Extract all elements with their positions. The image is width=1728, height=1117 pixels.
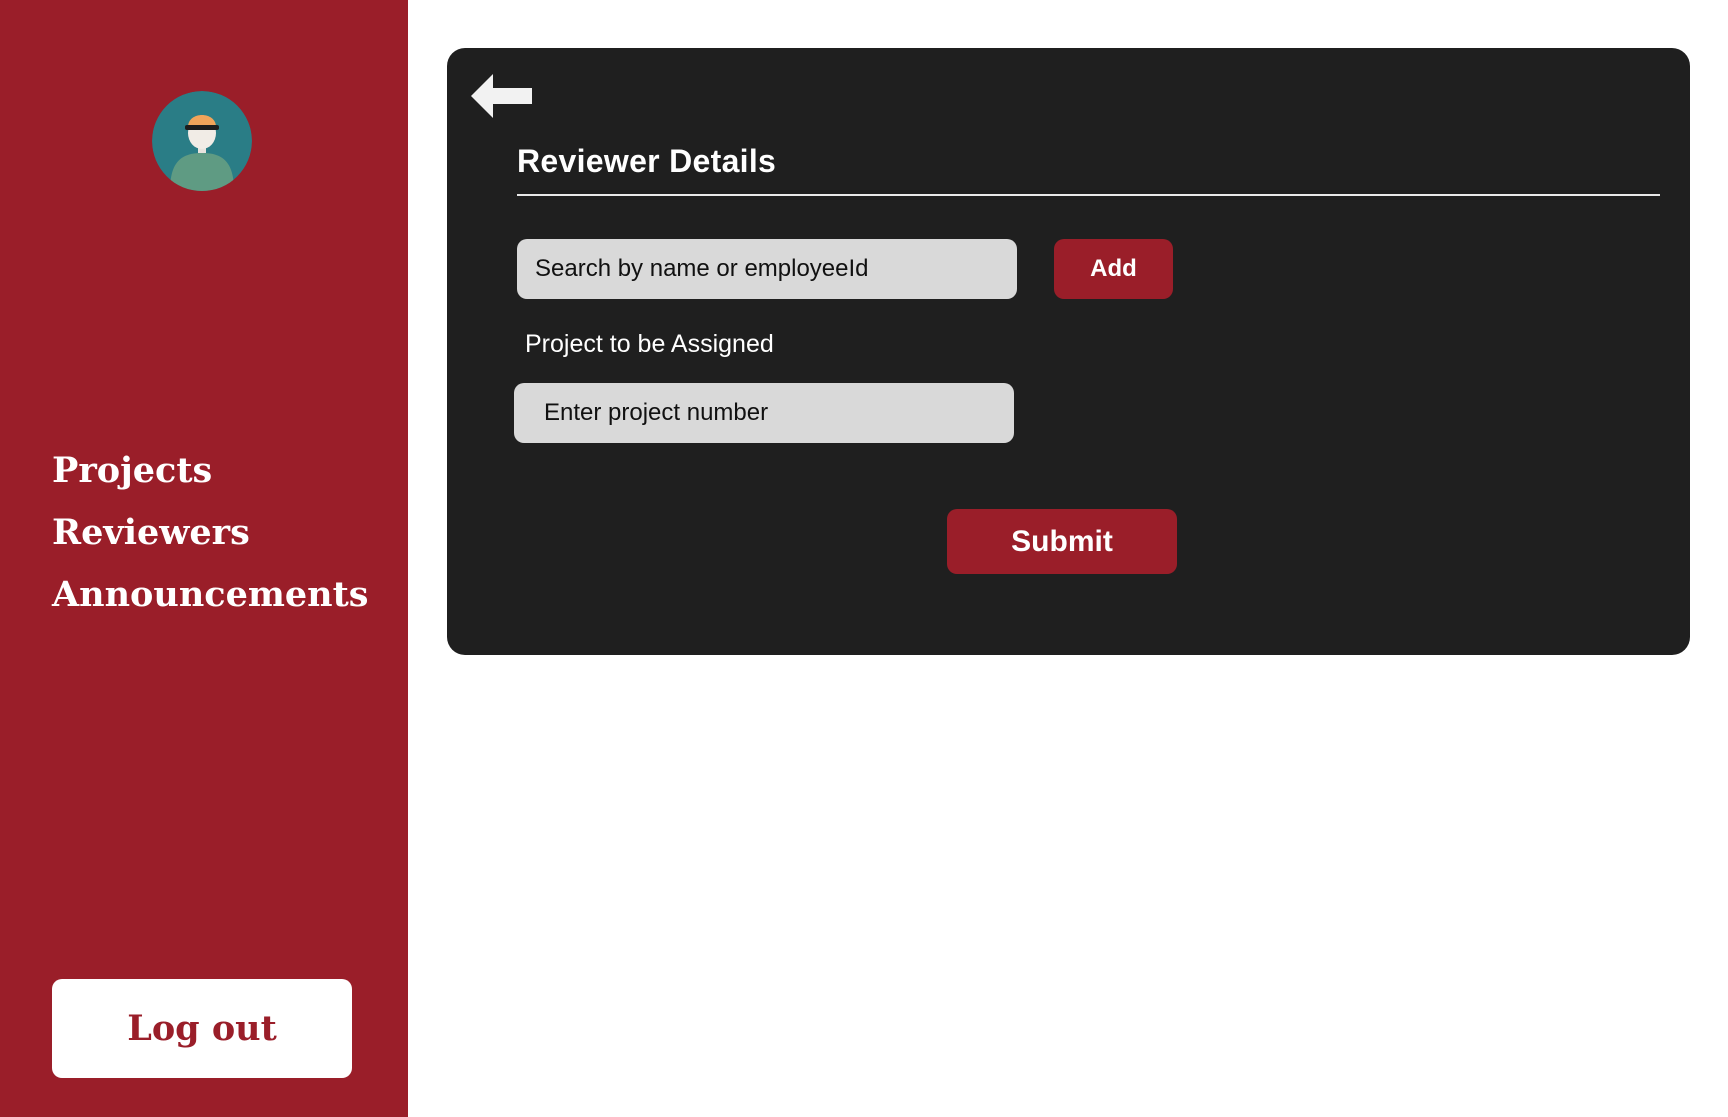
sidebar-item-reviewers[interactable]: Reviewers xyxy=(52,502,369,564)
submit-button[interactable]: Submit xyxy=(947,509,1177,574)
add-button[interactable]: Add xyxy=(1054,239,1173,299)
reviewer-details-card: Reviewer Details Add Project to be Assig… xyxy=(447,48,1690,655)
sidebar-item-announcements[interactable]: Announcements xyxy=(52,564,369,626)
arrow-left-icon[interactable] xyxy=(471,72,535,120)
sidebar: Projects Reviewers Announcements Log out xyxy=(0,0,408,1117)
project-number-input[interactable] xyxy=(514,383,1014,443)
sidebar-item-projects[interactable]: Projects xyxy=(52,440,369,502)
app-root: Projects Reviewers Announcements Log out… xyxy=(0,0,1728,1117)
user-avatar-icon[interactable] xyxy=(152,91,252,191)
logout-button[interactable]: Log out xyxy=(52,979,352,1078)
search-input[interactable] xyxy=(517,239,1017,299)
title-divider xyxy=(517,194,1660,196)
page-title: Reviewer Details xyxy=(517,143,777,179)
project-label: Project to be Assigned xyxy=(525,330,774,358)
sidebar-nav: Projects Reviewers Announcements xyxy=(52,440,369,626)
